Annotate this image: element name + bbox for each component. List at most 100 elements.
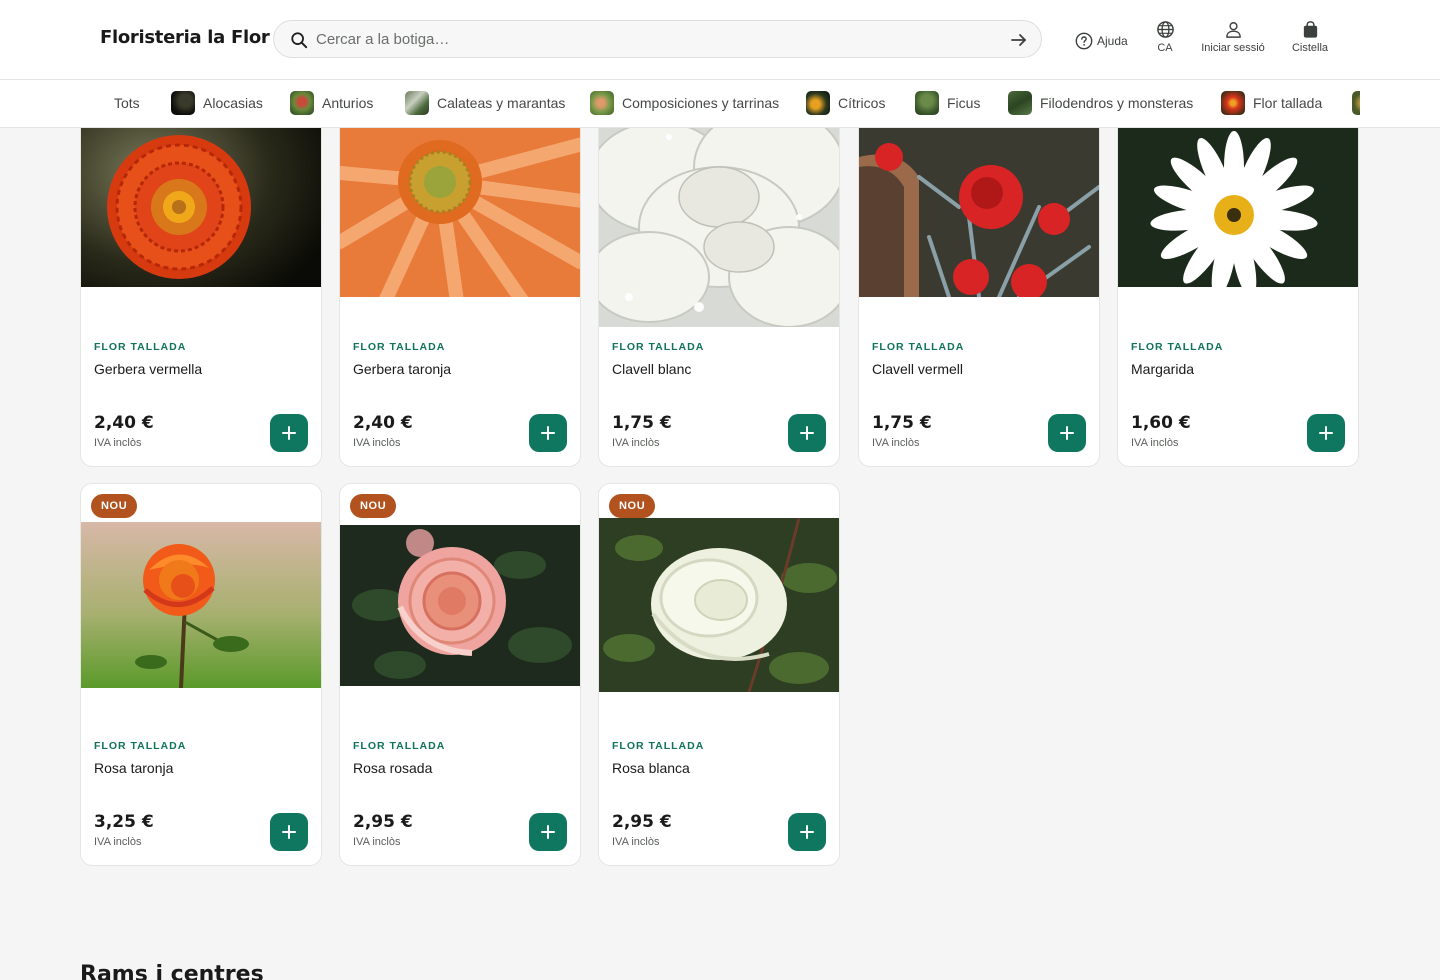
category-tab-flor-tallada[interactable]: Flor tallada bbox=[1221, 90, 1322, 116]
language-selector[interactable]: CA bbox=[1150, 20, 1180, 54]
pink-rose-image bbox=[340, 525, 580, 686]
product-name[interactable]: Gerbera taronja bbox=[353, 361, 451, 377]
alocasia-thumb-icon bbox=[171, 91, 195, 115]
product-card[interactable]: FLOR TALLADA Margarida 1,60 € IVA inclòs bbox=[1117, 96, 1359, 467]
add-to-cart-button[interactable] bbox=[270, 414, 308, 452]
help-icon bbox=[1075, 32, 1093, 50]
category-tab-ficus[interactable]: Ficus bbox=[915, 90, 980, 116]
product-name[interactable]: Margarida bbox=[1131, 361, 1194, 377]
white-rose-image bbox=[599, 518, 839, 692]
add-to-cart-button[interactable] bbox=[1048, 414, 1086, 452]
category-tab-tots[interactable]: Tots bbox=[114, 90, 140, 116]
product-card[interactable]: NOU FLOR TALLADA Rosa taronja 3,25 € IVA… bbox=[80, 483, 322, 866]
product-image[interactable] bbox=[340, 525, 580, 686]
product-name[interactable]: Clavell vermell bbox=[872, 361, 963, 377]
cart-link[interactable]: Cistella bbox=[1285, 20, 1335, 54]
add-to-cart-button[interactable] bbox=[1307, 414, 1345, 452]
category-tab-anturios[interactable]: Anturios bbox=[290, 90, 373, 116]
vat-note: IVA inclòs bbox=[872, 437, 920, 449]
vat-note: IVA inclòs bbox=[353, 836, 401, 848]
category-label: Flor tallada bbox=[1253, 95, 1323, 111]
cut-flower-thumb-icon bbox=[1221, 91, 1245, 115]
product-name[interactable]: Rosa taronja bbox=[94, 760, 173, 776]
composition-thumb-icon bbox=[590, 91, 614, 115]
white-carnation-image bbox=[599, 97, 839, 327]
login-link[interactable]: Iniciar sessió bbox=[1196, 20, 1270, 54]
anturio-thumb-icon bbox=[290, 91, 314, 115]
product-name[interactable]: Rosa blanca bbox=[612, 760, 690, 776]
philodendron-thumb-icon bbox=[1008, 91, 1032, 115]
category-label: Alocasias bbox=[203, 95, 263, 111]
section-title: Rams i centres bbox=[80, 962, 264, 980]
help-link[interactable]: Ajuda bbox=[1075, 31, 1128, 51]
plus-icon bbox=[800, 825, 814, 839]
product-name[interactable]: Clavell blanc bbox=[612, 361, 691, 377]
add-to-cart-button[interactable] bbox=[270, 813, 308, 851]
category-tab-composiciones[interactable]: Composiciones y tarrinas bbox=[590, 90, 779, 116]
category-label: Ficus bbox=[947, 95, 981, 111]
product-image[interactable] bbox=[599, 518, 839, 692]
product-card[interactable]: NOU FLOR TALLADA Rosa rosada 2,95 € IVA … bbox=[339, 483, 581, 866]
search-bar[interactable]: Cercar a la botiga… bbox=[273, 20, 1042, 58]
shopping-bag-icon bbox=[1303, 21, 1317, 38]
store-logo[interactable]: Floristeria la Flor bbox=[100, 27, 270, 48]
new-badge: NOU bbox=[91, 494, 138, 518]
product-price: 2,95 € bbox=[612, 812, 672, 832]
product-image[interactable] bbox=[599, 97, 839, 327]
category-tab-citricos[interactable]: Cítricos bbox=[806, 90, 885, 116]
product-price: 2,95 € bbox=[353, 812, 413, 832]
product-price: 1,75 € bbox=[612, 413, 672, 433]
product-name[interactable]: Gerbera vermella bbox=[94, 361, 202, 377]
citrus-thumb-icon bbox=[806, 91, 830, 115]
category-tab-calateas[interactable]: Calateas y marantas bbox=[405, 90, 565, 116]
language-label: CA bbox=[1157, 42, 1173, 54]
product-price: 1,75 € bbox=[872, 413, 932, 433]
category-label: Tots bbox=[114, 95, 140, 111]
category-label: Cítricos bbox=[838, 95, 886, 111]
product-price: 2,40 € bbox=[353, 413, 413, 433]
add-to-cart-button[interactable] bbox=[788, 813, 826, 851]
plus-icon bbox=[541, 426, 555, 440]
search-icon bbox=[291, 32, 308, 49]
product-category: FLOR TALLADA bbox=[612, 341, 705, 353]
product-image[interactable] bbox=[81, 522, 321, 688]
vat-note: IVA inclòs bbox=[1131, 437, 1179, 449]
category-tab-filodendros[interactable]: Filodendros y monsteras bbox=[1008, 90, 1193, 116]
category-tab-more[interactable] bbox=[1352, 90, 1360, 116]
help-label: Ajuda bbox=[1097, 34, 1128, 48]
plus-icon bbox=[1060, 426, 1074, 440]
product-price: 2,40 € bbox=[94, 413, 154, 433]
product-card[interactable]: FLOR TALLADA Clavell blanc 1,75 € IVA in… bbox=[598, 96, 840, 467]
product-card[interactable]: NOU FLOR TALLADA Rosa blanca 2,95 € IVA … bbox=[598, 483, 840, 866]
product-category: FLOR TALLADA bbox=[94, 341, 187, 353]
plus-icon bbox=[1319, 426, 1333, 440]
add-to-cart-button[interactable] bbox=[529, 414, 567, 452]
vat-note: IVA inclòs bbox=[353, 437, 401, 449]
user-icon bbox=[1225, 22, 1241, 38]
arrow-right-icon[interactable] bbox=[1009, 30, 1029, 50]
vat-note: IVA inclòs bbox=[612, 836, 660, 848]
product-category: FLOR TALLADA bbox=[872, 341, 965, 353]
category-label: Filodendros y monsteras bbox=[1040, 95, 1194, 111]
calatea-thumb-icon bbox=[405, 91, 429, 115]
plus-icon bbox=[541, 825, 555, 839]
product-category: FLOR TALLADA bbox=[1131, 341, 1224, 353]
plus-icon bbox=[800, 426, 814, 440]
search-input[interactable]: Cercar a la botiga… bbox=[316, 31, 449, 48]
category-tab-alocasias[interactable]: Alocasias bbox=[171, 90, 263, 116]
product-category: FLOR TALLADA bbox=[612, 740, 705, 752]
product-category: FLOR TALLADA bbox=[353, 740, 446, 752]
add-to-cart-button[interactable] bbox=[788, 414, 826, 452]
plus-icon bbox=[282, 426, 296, 440]
product-name[interactable]: Rosa rosada bbox=[353, 760, 432, 776]
vat-note: IVA inclòs bbox=[94, 437, 142, 449]
product-card[interactable]: FLOR TALLADA Gerbera vermella 2,40 € IVA… bbox=[80, 96, 322, 467]
product-card[interactable]: FLOR TALLADA Clavell vermell 1,75 € IVA … bbox=[858, 96, 1100, 467]
site-header: Floristeria la Flor Cercar a la botiga… … bbox=[0, 0, 1440, 80]
plus-icon bbox=[282, 825, 296, 839]
ficus-thumb-icon bbox=[915, 91, 939, 115]
product-card[interactable]: FLOR TALLADA Gerbera taronja 2,40 € IVA … bbox=[339, 96, 581, 467]
add-to-cart-button[interactable] bbox=[529, 813, 567, 851]
cart-label: Cistella bbox=[1291, 42, 1329, 54]
orange-rose-image bbox=[81, 522, 321, 688]
